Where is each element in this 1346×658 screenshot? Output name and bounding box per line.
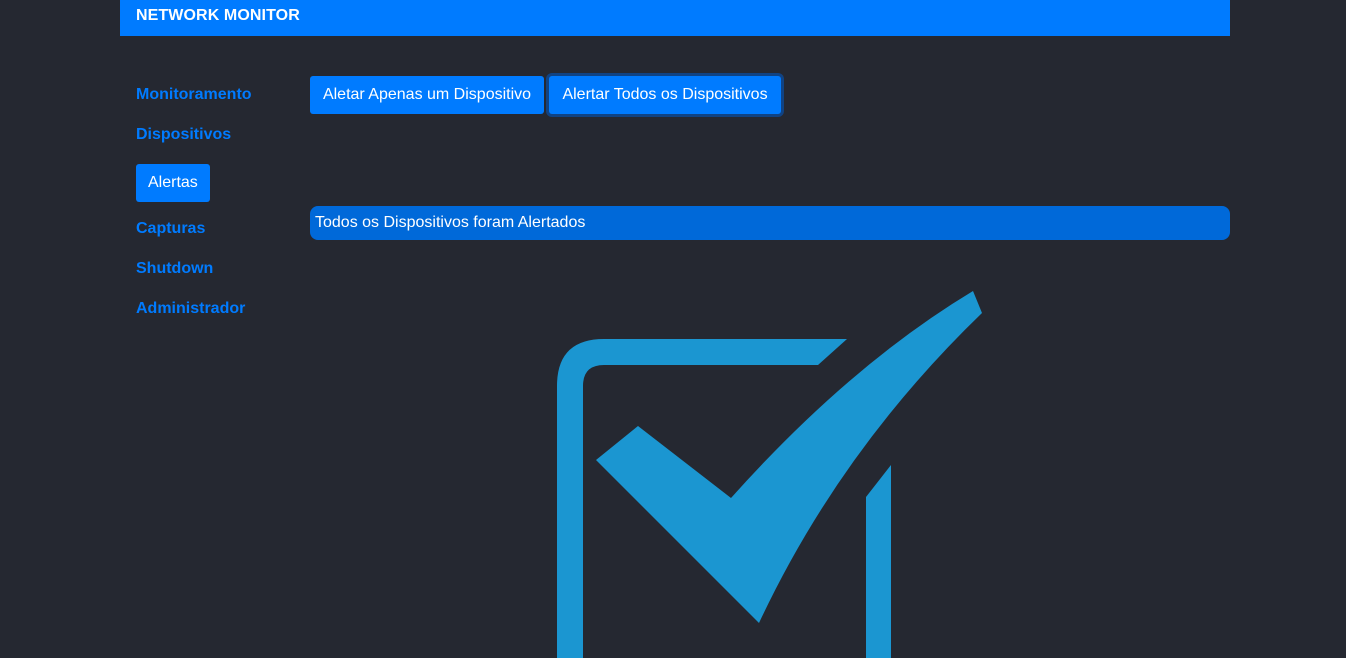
brand-title[interactable]: NETWORK MONITOR (136, 8, 300, 24)
sidebar-item-alertas[interactable]: Alertas (136, 164, 210, 202)
top-navbar: NETWORK MONITOR (120, 0, 1230, 36)
alert-all-devices-button[interactable]: Alertar Todos os Dispositivos (549, 76, 781, 114)
status-banner: Todos os Dispositivos foram Alertados (310, 206, 1230, 240)
page: NETWORK MONITOR Monitoramento Dispositiv… (0, 0, 1346, 658)
sidebar-item-administrador[interactable]: Administrador (136, 299, 245, 319)
status-message: Todos os Dispositivos foram Alertados (315, 214, 586, 231)
checkbox-checked-icon (550, 285, 990, 658)
sidebar-item-dispositivos[interactable]: Dispositivos (136, 125, 231, 145)
sidebar-item-monitoramento[interactable]: Monitoramento (136, 85, 252, 105)
sidebar-item-shutdown[interactable]: Shutdown (136, 259, 213, 279)
sidebar-item-capturas[interactable]: Capturas (136, 219, 205, 239)
alert-one-device-button[interactable]: Aletar Apenas um Dispositivo (310, 76, 544, 114)
